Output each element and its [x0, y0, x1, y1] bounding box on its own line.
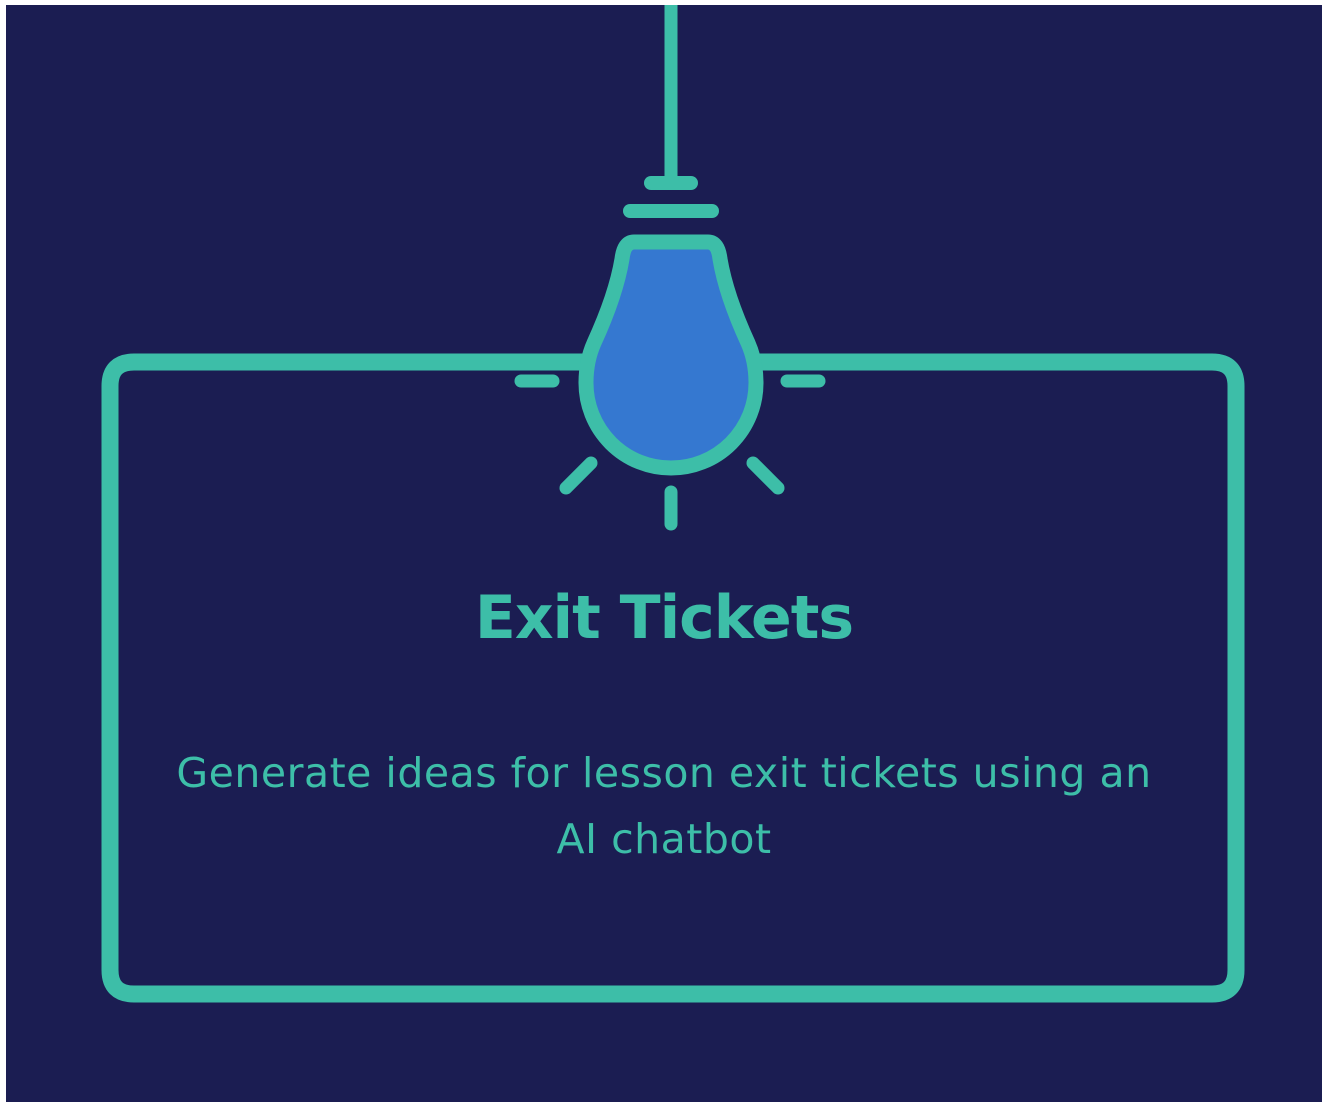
card-artwork — [101, 5, 1245, 1003]
ray-lower-right — [746, 456, 785, 495]
lightbulb-icon — [578, 176, 764, 476]
exit-tickets-card: Exit Tickets Generate ideas for lesson e… — [6, 5, 1322, 1102]
bulb-glass — [578, 234, 764, 476]
ray-lower-left — [559, 456, 598, 495]
card-description: Generate ideas for lesson exit tickets u… — [176, 749, 1152, 863]
card-title: Exit Tickets — [474, 583, 854, 653]
